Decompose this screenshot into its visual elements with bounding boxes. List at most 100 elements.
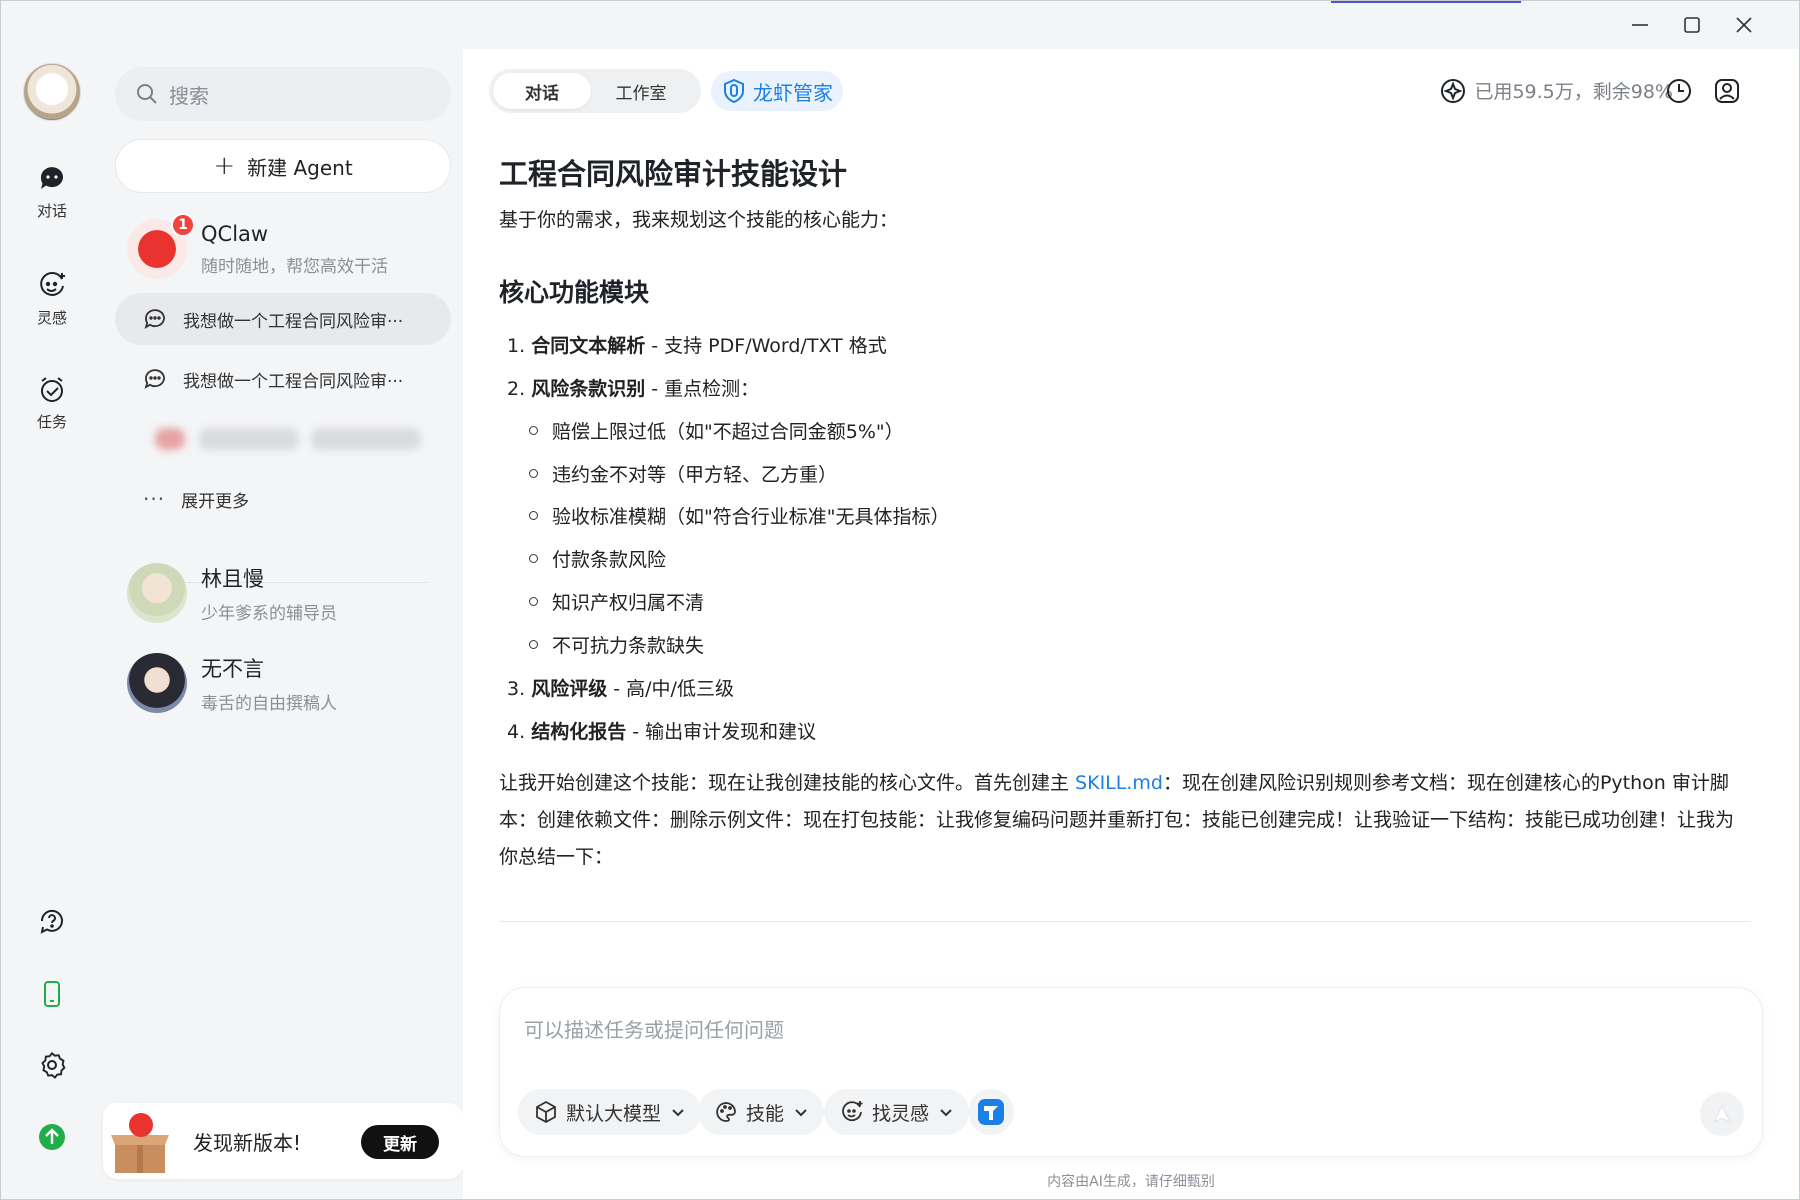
quota-icon — [1441, 78, 1466, 103]
avatar: 1 — [127, 213, 195, 279]
upgrade-icon — [37, 1122, 67, 1152]
rail-label-inspiration: 灵感 — [36, 309, 67, 327]
chat-bubble-icon — [144, 309, 165, 329]
conversation-item[interactable]: 我想做一个工程合同风险审··· — [115, 293, 451, 345]
user-icon — [1715, 79, 1739, 103]
ai-disclaimer: 内容由AI生成，请仔细甄别 — [1047, 1174, 1215, 1190]
sub-list-item: 违约金不对等（甲方轻、乙方重） — [529, 460, 837, 487]
content-divider — [499, 921, 1751, 922]
update-card: 发现新版本! 更新 — [103, 1103, 463, 1179]
history-button[interactable] — [1663, 75, 1695, 107]
agent-subtitle: 少年爹系的辅导员 — [201, 603, 337, 624]
gift-box-icon — [111, 1113, 169, 1173]
settings-icon — [37, 1050, 67, 1080]
minimize-icon — [1632, 24, 1648, 26]
sub-list-item: 付款条款风险 — [529, 545, 666, 572]
list-item: 1. 合同文本解析 - 支持 PDF/Word/TXT 格式 — [507, 335, 887, 357]
task-icon — [37, 375, 67, 405]
agent-item[interactable]: 无不言 毒舌的自由撰稿人 — [115, 645, 451, 721]
main-panel: 对话 工作室 龙虾管家 已用59.5万，剩余98% 工程合同风险审计技能设计 基… — [463, 49, 1799, 1199]
search-input[interactable]: 搜索 — [115, 67, 451, 121]
app-logo-icon — [978, 1099, 1004, 1125]
sub-list-item: 验收标准模糊（如"符合行业标准"无具体指标） — [529, 502, 949, 529]
cube-icon — [536, 1100, 556, 1124]
rail-label-task: 任务 — [36, 413, 67, 431]
minimize-button[interactable] — [1613, 7, 1667, 43]
model-label: 默认大模型 — [566, 1102, 662, 1125]
skills-label: 技能 — [746, 1102, 785, 1125]
app-window: 对话 灵感 任务 搜索 + 新建 Agent 1 QClaw 随时随地，帮您高效… — [0, 0, 1800, 1200]
maximize-button[interactable] — [1665, 7, 1719, 43]
list-item: 3. 风险评级 - 高/中/低三级 — [507, 678, 734, 700]
expand-more-button[interactable]: ··· 展开更多 — [115, 473, 451, 525]
title-bar — [1, 1, 1800, 49]
article-intro: 基于你的需求，我来规划这个技能的核心能力： — [499, 209, 899, 231]
rail-item-inspiration[interactable]: 灵感 — [1, 271, 103, 328]
avatar — [127, 563, 187, 623]
composer-placeholder: 可以描述任务或提问任何问题 — [524, 1018, 784, 1042]
phone-button[interactable] — [1, 979, 103, 1009]
rail-label-chat: 对话 — [36, 202, 67, 220]
tab-group: 对话 工作室 — [489, 69, 701, 113]
app-shortcut-button[interactable] — [968, 1089, 1014, 1135]
settings-button[interactable] — [1, 1050, 103, 1080]
skill-file-link[interactable]: SKILL.md — [1075, 772, 1163, 794]
maximize-icon — [1684, 17, 1700, 33]
rail-item-task[interactable]: 任务 — [1, 375, 103, 432]
steward-label: 龙虾管家 — [753, 80, 833, 105]
title-accent-line — [1331, 1, 1521, 3]
agent-item-qclaw[interactable]: 1 QClaw 随时随地，帮您高效干活 — [115, 211, 451, 287]
chat-icon — [37, 164, 67, 194]
message-composer[interactable]: 可以描述任务或提问任何问题 默认大模型 技能 找灵感 — [499, 987, 1763, 1157]
model-select[interactable]: 默认大模型 — [518, 1089, 702, 1135]
article-title: 工程合同风险审计技能设计 — [499, 157, 848, 191]
inspiration-select[interactable]: 找灵感 — [824, 1089, 970, 1135]
sidebar: 搜索 + 新建 Agent 1 QClaw 随时随地，帮您高效干活 我想做一个工… — [103, 49, 463, 1199]
inspiration-icon — [37, 271, 67, 301]
agent-subtitle: 随时随地，帮您高效干活 — [201, 256, 388, 277]
avatar — [127, 653, 187, 713]
inspiration-icon — [842, 1101, 863, 1122]
send-button[interactable] — [1700, 1092, 1744, 1136]
conversation-item[interactable]: 我想做一个工程合同风险审··· — [115, 353, 451, 405]
close-button[interactable] — [1717, 7, 1771, 43]
chevron-down-icon — [672, 1109, 684, 1117]
agent-subtitle: 毒舌的自由撰稿人 — [201, 693, 337, 714]
chat-bubble-icon — [144, 369, 165, 389]
update-button[interactable]: 更新 — [361, 1125, 439, 1159]
sub-list-item: 赔偿上限过低（如"不超过合同金额5%"） — [529, 417, 904, 444]
phone-icon — [37, 979, 67, 1009]
palette-icon — [716, 1102, 736, 1122]
more-dots-icon: ··· — [143, 487, 166, 511]
agent-name: 无不言 — [201, 656, 264, 681]
rail-item-chat[interactable]: 对话 — [1, 164, 103, 221]
upgrade-button[interactable] — [1, 1122, 103, 1152]
section-title: 核心功能模块 — [499, 278, 650, 307]
skills-select[interactable]: 技能 — [698, 1089, 825, 1135]
usage-indicator[interactable]: 已用59.5万，剩余98% — [1440, 77, 1673, 104]
chevron-down-icon — [940, 1109, 952, 1117]
sub-list-item: 知识产权归属不清 — [529, 588, 704, 615]
blurred-conversation-item[interactable] — [115, 413, 451, 465]
profile-button[interactable] — [1711, 75, 1743, 107]
list-item: 4. 结构化报告 - 输出审计发现和建议 — [507, 721, 817, 743]
search-placeholder: 搜索 — [169, 83, 209, 108]
tab-studio[interactable]: 工作室 — [591, 73, 691, 109]
send-arrow-icon — [1712, 1104, 1732, 1124]
shield-icon — [724, 78, 744, 104]
expand-more-label: 展开更多 — [181, 491, 250, 512]
sub-list-item: 不可抗力条款缺失 — [529, 631, 704, 658]
left-rail: 对话 灵感 任务 — [1, 49, 103, 1199]
update-message: 发现新版本! — [193, 1130, 302, 1155]
usage-text: 已用59.5万，剩余98% — [1474, 81, 1673, 103]
new-agent-button[interactable]: + 新建 Agent — [115, 139, 451, 193]
tab-chat[interactable]: 对话 — [493, 73, 591, 109]
agent-name: QClaw — [201, 221, 269, 246]
steward-button[interactable]: 龙虾管家 — [711, 71, 843, 111]
list-item: 2. 风险条款识别 - 重点检测： — [507, 378, 760, 400]
user-avatar[interactable] — [23, 63, 81, 121]
inspiration-label: 找灵感 — [872, 1102, 930, 1125]
help-icon — [37, 907, 67, 937]
help-button[interactable] — [1, 907, 103, 937]
agent-item[interactable]: 林且慢 少年爹系的辅导员 — [115, 555, 451, 631]
